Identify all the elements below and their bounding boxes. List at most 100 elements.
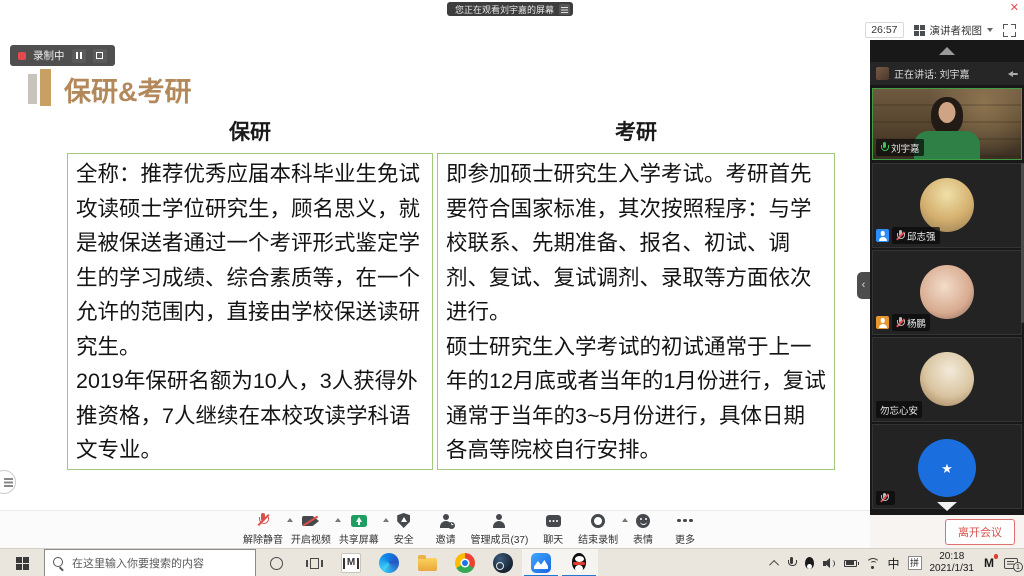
- recording-indicator: 录制中: [10, 45, 115, 66]
- hamburger-lines: [561, 7, 568, 8]
- start-button[interactable]: [0, 549, 44, 576]
- wifi-dot: [871, 566, 873, 568]
- shared-slide: 保研&考研 保研 考研 全称：推荐优秀应届本科毕业生免试攻读硕士学位研究生，顾名…: [0, 16, 868, 510]
- taskbar-app-explorer[interactable]: [408, 549, 446, 576]
- participant-tile[interactable]: 邱志强: [872, 163, 1022, 248]
- speaking-banner: 正在讲话: 刘宇嘉: [870, 62, 1024, 85]
- ime-language-indicator[interactable]: 中: [887, 555, 899, 572]
- close-icon[interactable]: ✕: [1010, 1, 1019, 14]
- participant-tile[interactable]: ★: [872, 424, 1022, 509]
- banner-menu-icon[interactable]: [559, 4, 570, 15]
- search-placeholder: 在这里输入你要搜索的内容: [72, 555, 204, 571]
- button-label: 更多: [675, 531, 695, 546]
- scroll-down-arrow[interactable]: [937, 502, 957, 511]
- ime-mode-indicator[interactable]: 拼: [908, 556, 922, 570]
- steam-icon: [493, 553, 513, 573]
- battery-icon[interactable]: [844, 560, 857, 567]
- taskbar-app-media[interactable]: M: [332, 549, 370, 576]
- avatar: [920, 352, 974, 406]
- scroll-up-arrow[interactable]: [939, 47, 955, 55]
- taskbar-app-meeting[interactable]: [522, 549, 560, 576]
- unmute-button[interactable]: 解除静音: [243, 513, 283, 546]
- mic-muted-icon: [896, 230, 904, 241]
- clock-time: 20:18: [930, 551, 975, 564]
- text-box-kaoyan: 即参加硕士研究生入学考试。考研首先要符合国家标准，其次按照程序：与学校联系、先期…: [437, 153, 835, 470]
- participant-name: 刘宇嘉: [891, 141, 920, 155]
- tray-app-notification-icon[interactable]: M: [982, 556, 996, 570]
- participant-tile-video[interactable]: 刘宇嘉: [872, 88, 1022, 160]
- name-chip: 刘宇嘉: [876, 139, 924, 156]
- invite-button[interactable]: + 邀请: [429, 513, 463, 546]
- stop-record-icon: [591, 514, 605, 528]
- cortana-button[interactable]: [256, 549, 296, 576]
- person-face: [939, 102, 956, 123]
- fullscreen-icon[interactable]: [1003, 24, 1016, 37]
- qq-face: [575, 556, 584, 562]
- security-button[interactable]: 安全: [387, 513, 421, 546]
- mic-muted-icon: [258, 513, 269, 528]
- speaker-avatar: [876, 67, 889, 80]
- tile-footer: 邱志强: [876, 227, 940, 244]
- tile-footer: 杨鹏: [876, 314, 930, 331]
- wifi-icon[interactable]: [865, 558, 879, 569]
- start-video-button[interactable]: 开启视频: [291, 513, 331, 546]
- taskbar-search-input[interactable]: 在这里输入你要搜索的内容: [44, 549, 256, 576]
- button-label: 安全: [394, 531, 414, 546]
- person-icon: [493, 514, 506, 528]
- volume-icon[interactable]: [823, 558, 836, 569]
- participant-tile[interactable]: 杨鹏: [872, 250, 1022, 335]
- emoji-icon: [636, 514, 650, 528]
- more-button[interactable]: 更多: [668, 513, 702, 546]
- notification-center-icon[interactable]: 1: [1004, 558, 1018, 569]
- star-icon: ★: [941, 462, 953, 475]
- taskbar-app-qq[interactable]: [560, 549, 598, 576]
- qq-scarf: [573, 562, 585, 565]
- column-heading-kaoyan: 考研: [437, 116, 835, 146]
- qq-belly: [575, 565, 583, 572]
- slide-title: 保研&考研: [64, 70, 192, 109]
- pause-recording-button[interactable]: [72, 49, 86, 63]
- system-tray: 中 拼 20:18 2021/1/31 M 1: [772, 549, 1024, 576]
- button-label: 管理成员(37): [471, 531, 529, 546]
- meeting-toolbar: 解除静音 开启视频 共享屏幕 安全 + 邀请: [0, 510, 870, 548]
- mic-on-icon: [880, 142, 888, 153]
- tile-footer: [876, 491, 895, 505]
- stop-recording-button[interactable]: [93, 49, 107, 63]
- person-body: [914, 131, 980, 160]
- button-label: 聊天: [543, 531, 563, 546]
- reactions-button[interactable]: 表情: [626, 513, 660, 546]
- leave-meeting-area: 离开会议: [870, 515, 1024, 548]
- edge-icon: [379, 553, 399, 573]
- windows-taskbar: 在这里输入你要搜索的内容 M: [0, 548, 1024, 576]
- list-lines: [4, 478, 13, 480]
- back-arrow-icon[interactable]: [1008, 70, 1018, 78]
- share-screen-button[interactable]: 共享屏幕: [339, 513, 379, 546]
- sidebar-collapse-button[interactable]: ‹: [857, 272, 870, 299]
- role-badge-icon: [876, 316, 889, 329]
- participant-name: 杨鹏: [907, 316, 926, 330]
- tray-expand-icon[interactable]: [770, 559, 780, 569]
- share-screen-icon: [351, 515, 367, 527]
- chat-button[interactable]: 聊天: [536, 513, 570, 546]
- tray-qq-icon[interactable]: [804, 557, 815, 570]
- view-mode-dropdown[interactable]: 演讲者视图: [914, 23, 994, 38]
- participant-sidebar: 正在讲话: 刘宇嘉 刘宇嘉 邱志强: [870, 40, 1024, 515]
- layout-grid-icon: [914, 25, 919, 30]
- taskbar-app-steam[interactable]: [484, 549, 522, 576]
- task-view-button[interactable]: [296, 549, 332, 576]
- taskbar-clock[interactable]: 20:18 2021/1/31: [930, 551, 975, 576]
- manage-members-button[interactable]: 管理成员(37): [471, 513, 529, 546]
- column-heading-baoyan: 保研: [67, 116, 433, 146]
- participant-tile[interactable]: 勿忘心安: [872, 337, 1022, 422]
- taskbar-app-chrome[interactable]: [446, 549, 484, 576]
- stop-recording-toolbar-button[interactable]: 结束录制: [578, 513, 618, 546]
- button-label: 结束录制: [578, 531, 618, 546]
- more-dots-icon: [677, 519, 681, 523]
- leave-meeting-button[interactable]: 离开会议: [945, 519, 1015, 545]
- tray-mic-icon[interactable]: [787, 557, 796, 570]
- participant-name: 勿忘心安: [880, 403, 918, 417]
- taskbar-app-edge[interactable]: [370, 549, 408, 576]
- text-box-baoyan: 全称：推荐优秀应届本科毕业生免试攻读硕士学位研究生，顾名思义，就是被保送者通过一…: [67, 153, 433, 470]
- mute-slash: [896, 231, 905, 240]
- mic-muted-icon: [896, 317, 904, 328]
